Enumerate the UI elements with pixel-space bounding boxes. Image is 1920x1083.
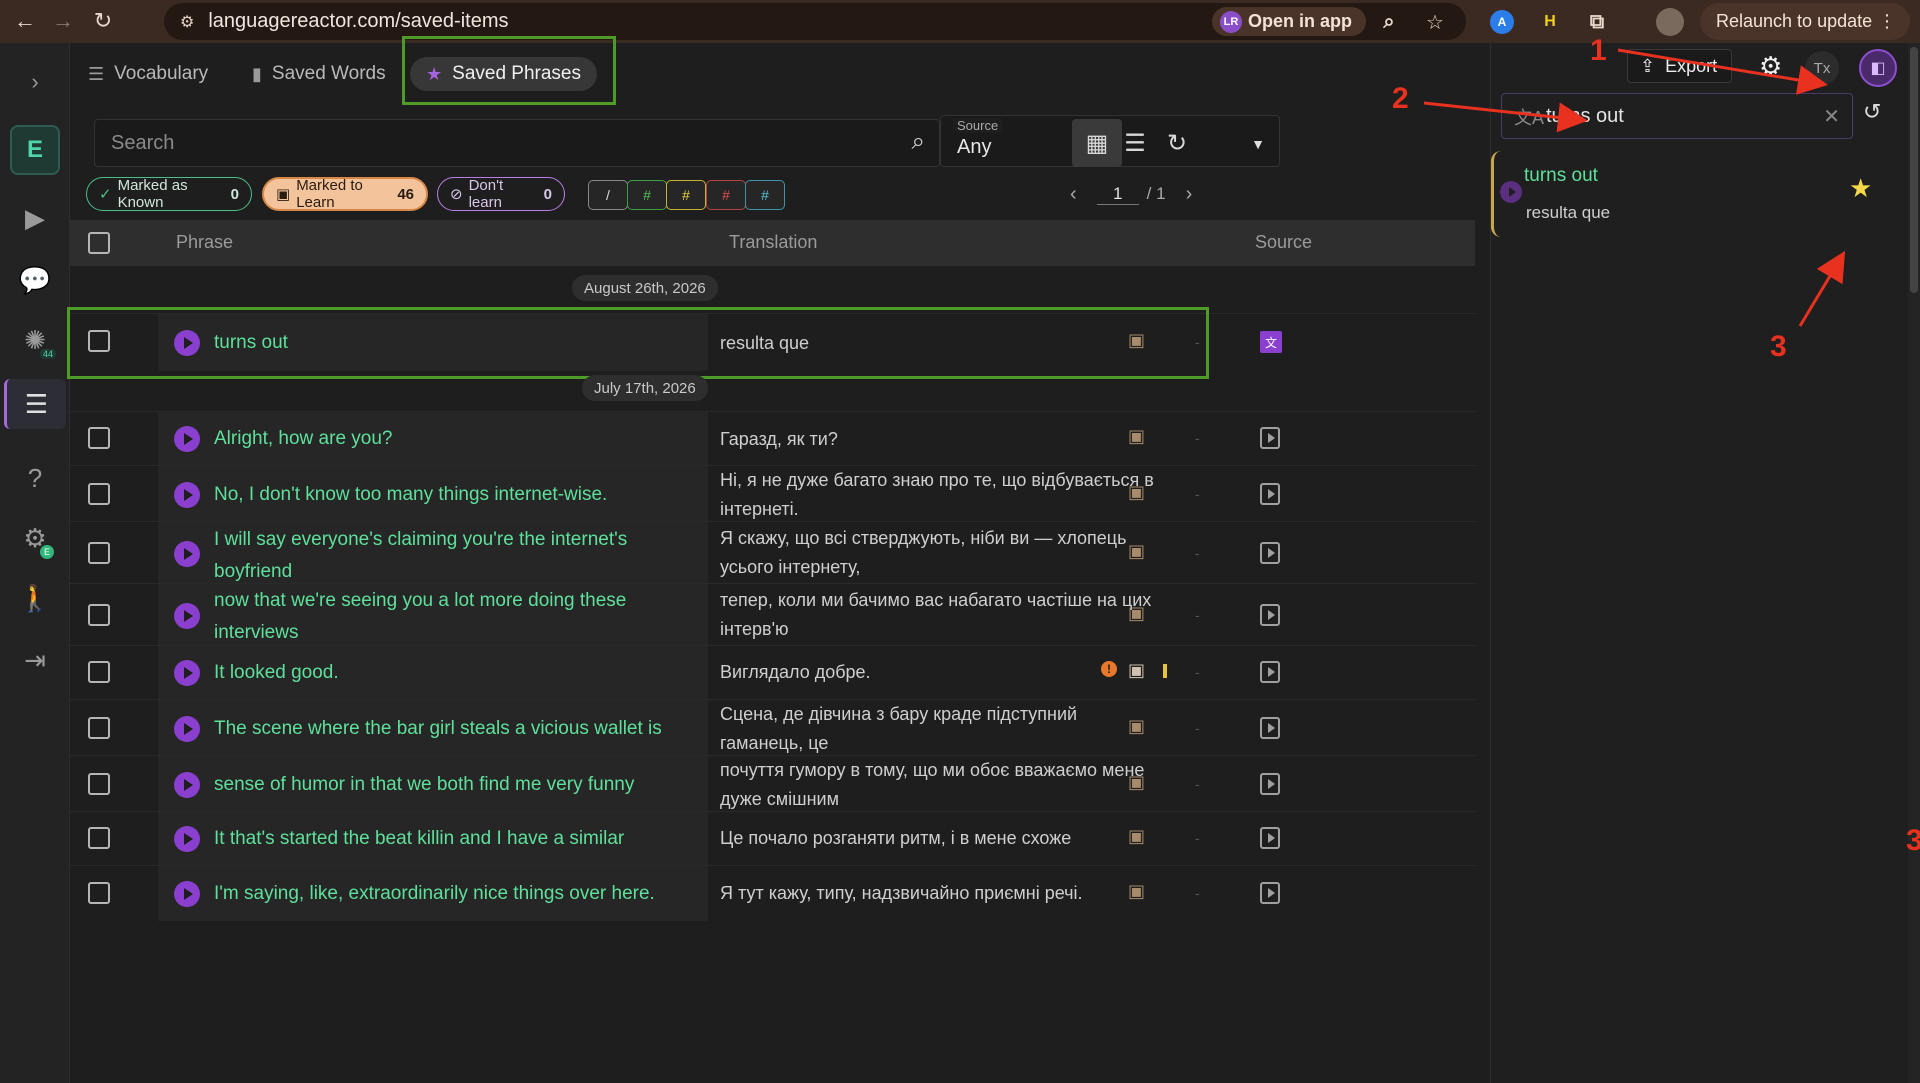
- annotation-number-1: 1: [1590, 34, 1607, 67]
- arrow-1: [1617, 48, 1828, 95]
- annotation-number-3-partial: 3: [1906, 824, 1920, 857]
- arrow-3: [1798, 250, 1846, 327]
- annotation-arrows: [1423, 48, 1846, 327]
- screen: ← → ↻ ⚙ languagereactor.com/saved-items …: [0, 0, 1920, 1083]
- annotation-number-2: 2: [1392, 82, 1409, 115]
- arrow-2: [1423, 101, 1588, 133]
- annotation-number-3: 3: [1770, 330, 1787, 363]
